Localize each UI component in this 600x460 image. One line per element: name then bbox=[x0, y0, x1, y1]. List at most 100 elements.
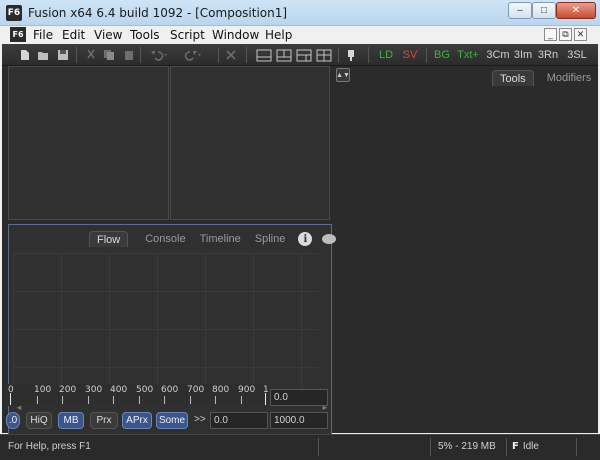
current-time-field[interactable]: 0.0 bbox=[270, 389, 328, 406]
tick-label: 200 bbox=[59, 385, 77, 395]
tick-label: 400 bbox=[110, 385, 128, 395]
tick-label: 700 bbox=[187, 385, 205, 395]
copy-icon[interactable] bbox=[102, 47, 116, 63]
render-range-end-field[interactable]: 1000.0 bbox=[270, 412, 328, 429]
tab-console[interactable]: Console bbox=[138, 231, 192, 247]
window-title: Fusion x64 6.4 build 1092 - [Composition… bbox=[28, 6, 288, 20]
cut-icon[interactable] bbox=[84, 47, 98, 63]
step-arrows[interactable]: >> bbox=[194, 414, 206, 425]
some-button[interactable]: Some bbox=[156, 412, 188, 429]
status-divider bbox=[318, 438, 319, 456]
status-bar: For Help, press F1 5% - 219 MB F Idle bbox=[0, 434, 600, 460]
tool-button-ld[interactable]: LD bbox=[376, 47, 396, 63]
save-icon[interactable] bbox=[56, 47, 70, 63]
toolbar-separator bbox=[140, 47, 141, 63]
flow-grid[interactable] bbox=[13, 253, 319, 403]
tick-mark bbox=[62, 396, 63, 404]
layout-quad-icon[interactable] bbox=[316, 47, 332, 63]
panel-toggle-icon[interactable]: ▲▼ bbox=[336, 68, 350, 82]
toolbar-separator bbox=[426, 47, 427, 63]
hiq-button[interactable]: HiQ bbox=[26, 412, 52, 429]
menu-edit[interactable]: Edit bbox=[62, 28, 85, 42]
tab-timeline[interactable]: Timeline bbox=[193, 231, 248, 247]
tick-mark bbox=[215, 396, 216, 404]
flow-tabs: Flow Console Timeline Spline i bbox=[89, 231, 337, 247]
mdi-close-button[interactable]: ✕ bbox=[574, 28, 587, 41]
menu-help[interactable]: Help bbox=[265, 28, 292, 42]
new-icon[interactable] bbox=[18, 47, 32, 63]
tick-mark bbox=[88, 396, 89, 404]
tick-mark bbox=[164, 396, 165, 404]
tab-spline[interactable]: Spline bbox=[248, 231, 293, 247]
right-panel-tabs: Tools Modifiers bbox=[492, 70, 598, 86]
tool-button-3sl[interactable]: 3SL bbox=[564, 47, 590, 63]
render-state: F Idle bbox=[512, 438, 539, 456]
tool-button-sv[interactable]: SV bbox=[400, 47, 420, 63]
tool-button-3im[interactable]: 3Im bbox=[512, 47, 534, 63]
toolbar-separator bbox=[76, 47, 77, 63]
tab-modifiers[interactable]: Modifiers bbox=[540, 70, 599, 86]
status-divider bbox=[576, 438, 577, 456]
menu-file[interactable]: File bbox=[33, 28, 53, 42]
fusion-status-icon: F bbox=[512, 441, 519, 452]
mdi-minimize-button[interactable]: _ bbox=[544, 28, 557, 41]
document-icon[interactable]: F6 bbox=[10, 27, 26, 42]
app-icon: F6 bbox=[6, 5, 22, 21]
menu-script[interactable]: Script bbox=[170, 28, 205, 42]
viewer-left[interactable] bbox=[8, 66, 169, 220]
menu-window[interactable]: Window bbox=[212, 28, 259, 42]
tick-mark bbox=[241, 396, 242, 404]
tool-button-txt[interactable]: Txt+ bbox=[455, 47, 481, 63]
render-icon[interactable] bbox=[344, 47, 358, 63]
help-text: For Help, press F1 bbox=[8, 441, 91, 452]
layout-single-icon[interactable] bbox=[256, 47, 272, 63]
tab-tools[interactable]: Tools bbox=[492, 70, 534, 86]
open-icon[interactable] bbox=[36, 47, 50, 63]
menu-view[interactable]: View bbox=[94, 28, 122, 42]
prx-button[interactable]: Prx bbox=[90, 412, 118, 429]
toolbar-separator bbox=[368, 47, 369, 63]
maximize-button[interactable]: □ bbox=[532, 2, 556, 19]
tick-label: 600 bbox=[161, 385, 179, 395]
tool-button-3rn[interactable]: 3Rn bbox=[536, 47, 560, 63]
render-start-button[interactable]: .0 bbox=[6, 412, 20, 429]
mdi-restore-button[interactable]: ⧉ bbox=[559, 28, 572, 41]
menu-tools[interactable]: Tools bbox=[130, 28, 160, 42]
toolbar-separator bbox=[338, 47, 339, 63]
tick-label: 800 bbox=[212, 385, 230, 395]
info-icon[interactable]: i bbox=[298, 232, 313, 246]
toolbar-separator bbox=[218, 47, 219, 63]
tool-button-3cm[interactable]: 3Cm bbox=[486, 47, 510, 63]
end-marker[interactable] bbox=[265, 393, 266, 405]
menu-bar: F6 File Edit View Tools Script Window He… bbox=[0, 26, 600, 44]
undo-icon[interactable] bbox=[148, 47, 170, 63]
tick-mark bbox=[113, 396, 114, 404]
mb-button[interactable]: MB bbox=[58, 412, 84, 429]
close-button[interactable]: ✕ bbox=[556, 2, 596, 19]
status-divider bbox=[430, 438, 431, 456]
title-bar: F6 Fusion x64 6.4 build 1092 - [Composit… bbox=[0, 0, 600, 26]
playhead[interactable] bbox=[10, 393, 11, 405]
layout-split-icon[interactable] bbox=[276, 47, 292, 63]
minimize-button[interactable]: – bbox=[508, 2, 532, 19]
toolbar-separator bbox=[246, 47, 247, 63]
viewer-right[interactable] bbox=[170, 66, 330, 220]
delete-icon[interactable] bbox=[224, 47, 238, 63]
tab-flow[interactable]: Flow bbox=[89, 231, 129, 247]
aprx-button[interactable]: APrx bbox=[122, 412, 152, 429]
workspace: Flow Console Timeline Spline i ▼ ► ◄ ▲▼ … bbox=[2, 66, 598, 448]
tick-label: 100 bbox=[34, 385, 52, 395]
redo-icon[interactable] bbox=[182, 47, 204, 63]
memory-usage: 5% - 219 MB bbox=[438, 441, 496, 452]
comment-icon[interactable] bbox=[322, 234, 337, 244]
paste-icon[interactable] bbox=[122, 47, 136, 63]
status-divider bbox=[506, 438, 507, 456]
tick-mark bbox=[190, 396, 191, 404]
tick-mark bbox=[139, 396, 140, 404]
tick-label: 500 bbox=[136, 385, 154, 395]
tool-button-bg[interactable]: BG bbox=[432, 47, 452, 63]
layout-wide-icon[interactable] bbox=[296, 47, 312, 63]
render-range-start-field[interactable]: 0.0 bbox=[210, 412, 268, 429]
toolbar: LD SV BG Txt+ 3Cm 3Im 3Rn 3SL bbox=[2, 44, 598, 66]
time-ruler[interactable]: 0 100 200 300 400 500 600 700 800 900 1 bbox=[6, 384, 269, 406]
